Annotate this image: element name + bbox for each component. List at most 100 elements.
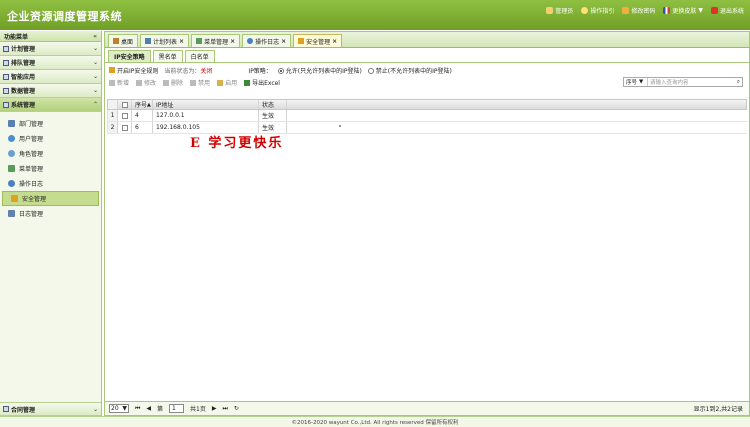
department-icon [8, 120, 15, 127]
bulb-icon [581, 7, 589, 14]
page-size-select[interactable]: 20 ▼ [109, 404, 129, 413]
key-icon [622, 7, 630, 14]
system-submenu: 部门管理 用户管理 角色管理 菜单管理 操作日志 安全管理 日志管理 [0, 112, 101, 221]
list-icon [145, 38, 152, 44]
enable-button[interactable]: 启用 [217, 78, 237, 87]
tab-menu-manage[interactable]: 菜单管理 × [191, 34, 241, 47]
collapse-sidebar-icon[interactable]: « [93, 33, 97, 40]
sidebar-title: 功能菜单 [4, 33, 29, 41]
smart-icon [3, 73, 9, 80]
first-page-icon[interactable]: ⏮ [135, 405, 140, 413]
data-icon [3, 87, 9, 94]
close-icon[interactable]: × [281, 38, 286, 45]
search-icon[interactable]: ⌕ [737, 79, 742, 86]
subtab-whitelist[interactable]: 白名单 [184, 50, 215, 62]
sidebar-item-oplog[interactable]: 操作日志 [0, 176, 101, 191]
contract-icon [3, 406, 9, 412]
menu-group-plan[interactable]: 计划管理 ⌄ [0, 42, 101, 56]
refresh-icon[interactable]: ↻ [234, 405, 239, 412]
row-checkbox[interactable] [118, 110, 132, 121]
table-row[interactable]: 1 4 127.0.0.1 生效 [107, 110, 747, 122]
chevron-down-icon: ⌄ [92, 59, 98, 66]
main-content: 桌面 计划列表 × 菜单管理 × 操作日志 × 安全管理 × IP安全策略 黑名单 白名… [104, 31, 750, 416]
plan-icon [3, 45, 9, 52]
tab-oplog[interactable]: 操作日志 × [242, 34, 292, 47]
app-title: 企业资源调度管理系统 [7, 10, 122, 23]
page-prefix: 第 [157, 406, 164, 413]
disable-icon [190, 79, 197, 86]
column-ip[interactable]: IP地址 [153, 100, 259, 109]
column-status[interactable]: 状态 [259, 100, 287, 109]
row-checkbox[interactable] [118, 122, 132, 133]
select-all-checkbox[interactable] [118, 100, 132, 109]
tab-bar: 桌面 计划列表 × 菜单管理 × 操作日志 × 安全管理 × [105, 32, 749, 48]
sidebar-item-department[interactable]: 部门管理 [0, 116, 101, 131]
page-number-input[interactable]: 1 [169, 404, 185, 413]
enable-ip-rule-button[interactable]: 开启IP安全规则 [109, 66, 158, 75]
security-subtabs: IP安全策略 黑名单 白名单 [105, 49, 749, 63]
dropdown-caret-icon: ▼ [698, 7, 703, 14]
radio-deny-button[interactable] [367, 68, 374, 74]
column-seq[interactable]: 序号 ▲ [132, 100, 153, 109]
status-text: 当前状态为：关闭 [164, 67, 213, 75]
sidebar: 功能菜单 « 计划管理 ⌄ 排队管理 ⌄ 智能应用 ⌄ 数据管理 ⌄ 系统管理 ⌃ 部门管… [0, 31, 102, 416]
subtab-blacklist[interactable]: 黑名单 [152, 50, 183, 62]
sidebar-item-users[interactable]: 用户管理 [0, 131, 101, 146]
export-excel-button[interactable]: 导出Excel [244, 78, 280, 87]
tab-security[interactable]: 安全管理 × [293, 34, 343, 47]
top-links: 管理员 操作指引 修改密码 更换皮肤 ▼ 退出系统 [546, 6, 744, 15]
system-icon [3, 101, 9, 108]
disable-button[interactable]: 禁用 [190, 78, 210, 87]
page-total: 共1页 [190, 406, 206, 413]
menu-group-queue[interactable]: 排队管理 ⌄ [0, 56, 101, 70]
strategy-label: IP策略： [248, 67, 272, 75]
edit-button[interactable]: 修改 [136, 78, 156, 87]
cell-status: 生效 [259, 110, 287, 121]
top-link-admin[interactable]: 管理员 [546, 6, 573, 15]
sidebar-item-roles[interactable]: 角色管理 [0, 146, 101, 161]
subtab-ip-policy[interactable]: IP安全策略 [108, 50, 151, 62]
enable-icon [217, 79, 224, 86]
top-link-password[interactable]: 修改密码 [622, 6, 655, 15]
sidebar-item-menus[interactable]: 菜单管理 [0, 161, 101, 176]
next-page-icon[interactable]: ▶ [212, 405, 217, 412]
radio-deny[interactable]: 禁止(不允许列表中的IP登陆) [367, 66, 452, 75]
top-link-skin[interactable]: 更换皮肤 ▼ [663, 6, 703, 15]
menu-group-smart[interactable]: 智能应用 ⌄ [0, 70, 101, 84]
pagination-bar: 20 ▼ ⏮ ◀ 第 1 共1页 ▶ ⏭ ↻ 显示1到2,共2记录 [105, 401, 749, 415]
menu-group-system[interactable]: 系统管理 ⌃ [0, 98, 101, 112]
tab-desktop[interactable]: 桌面 [108, 34, 139, 47]
lock-icon [109, 67, 115, 73]
prev-page-icon[interactable]: ◀ [146, 405, 151, 412]
top-link-guide[interactable]: 操作指引 [581, 6, 614, 15]
grid-header: 序号 ▲ IP地址 状态 [107, 99, 747, 110]
lock-icon [11, 195, 18, 202]
sidebar-item-logs[interactable]: 日志管理 [0, 206, 101, 221]
delete-button[interactable]: 删除 [163, 78, 183, 87]
close-icon[interactable]: × [332, 38, 337, 45]
search-field-select[interactable]: 序号 ▼ [624, 78, 648, 86]
menu-group-data[interactable]: 数据管理 ⌄ [0, 84, 101, 98]
chevron-up-icon: ⌃ [92, 101, 98, 108]
radio-allow[interactable]: 允许(只允许列表中的IP登陆) [277, 66, 362, 75]
doc-icon [8, 210, 15, 217]
close-icon[interactable]: × [179, 38, 184, 45]
menu-tree-icon [196, 38, 203, 44]
policy-bar: 开启IP安全规则 当前状态为：关闭 IP策略： 允许(只允许列表中的IP登陆) … [105, 64, 749, 76]
checkbox-icon [121, 101, 128, 108]
tab-plan-list[interactable]: 计划列表 × [140, 34, 190, 47]
close-icon[interactable]: × [230, 38, 235, 45]
add-button[interactable]: 新增 [109, 78, 129, 87]
top-link-logout[interactable]: 退出系统 [710, 6, 744, 15]
radio-allow-button[interactable] [277, 68, 284, 74]
checkbox-icon [121, 124, 128, 131]
grid-toolbar: 新增 修改 删除 禁用 启用 导出Excel 序号 ▼ 请输入查询内容 ⌕ [105, 76, 749, 89]
search-input[interactable]: 请输入查询内容 [648, 78, 737, 86]
pager-info: 显示1到2,共2记录 [693, 406, 743, 413]
status-value: 关闭 [200, 67, 213, 75]
cell-seq: 4 [132, 110, 153, 121]
lock-icon [298, 38, 305, 44]
menu-group-contract[interactable]: 合同管理 ⌄ [0, 402, 101, 416]
last-page-icon[interactable]: ⏭ [223, 405, 228, 413]
sidebar-item-security[interactable]: 安全管理 [2, 191, 99, 206]
